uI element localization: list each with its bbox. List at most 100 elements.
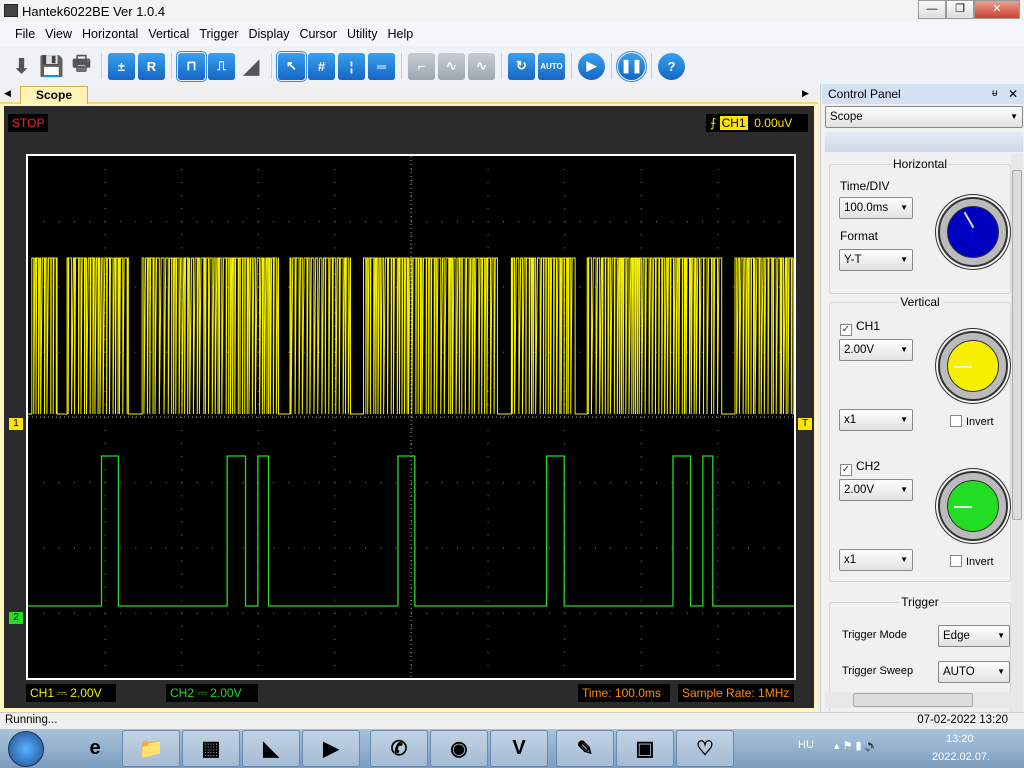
clock-time[interactable]: 13:20 xyxy=(946,733,974,745)
grid-dot xyxy=(150,612,152,614)
grid-dot xyxy=(73,482,75,484)
control-panel-header: Control Panel ᵾ ✕ xyxy=(822,84,1024,104)
ch2-invert-checkbox[interactable]: Invert xyxy=(950,555,994,568)
grid-dot xyxy=(319,221,321,223)
tray-icons[interactable]: ▴ ⚑ ▮ 🔈 xyxy=(834,739,878,752)
grid-dot xyxy=(257,430,259,432)
run-icon[interactable]: ▶ xyxy=(578,52,605,80)
panel-scrollbar[interactable] xyxy=(1011,154,1023,712)
open-icon[interactable]: ⬇ xyxy=(8,53,35,80)
ch1-volts-select[interactable]: 2.00V xyxy=(839,339,913,361)
grid-dot xyxy=(211,612,213,614)
vertical-title: Vertical xyxy=(898,295,942,309)
close-button[interactable]: ✕ xyxy=(974,0,1020,19)
taskbar-app-3[interactable]: ◣ xyxy=(242,730,300,767)
ch1-knob[interactable] xyxy=(938,331,1008,401)
taskbar-app-5[interactable]: ✆ xyxy=(370,730,428,767)
grid-dot xyxy=(717,638,719,640)
time-div-select[interactable]: 100.0ms xyxy=(839,197,913,219)
taskbar-app-0[interactable]: e xyxy=(66,730,124,767)
menu-utility[interactable]: Utility xyxy=(347,27,378,41)
panel-hscrollbar[interactable] xyxy=(825,692,1011,708)
menu-view[interactable]: View xyxy=(45,27,72,41)
pulse-icon[interactable]: ⊓ xyxy=(176,50,207,82)
taskbar-app-4[interactable]: ▶ xyxy=(302,730,360,767)
trigger-sweep-select[interactable]: AUTO xyxy=(938,661,1010,683)
grid-dot xyxy=(104,586,106,588)
vertical-cursor-icon[interactable]: ¦ xyxy=(338,52,365,80)
menu-horizontal[interactable]: Horizontal xyxy=(82,27,138,41)
menu-vertical[interactable]: Vertical xyxy=(148,27,189,41)
minimize-button[interactable]: — xyxy=(918,0,946,19)
ch2-knob[interactable] xyxy=(938,471,1008,541)
panel-close-icon[interactable]: ✕ xyxy=(1008,84,1018,104)
format-select[interactable]: Y-T xyxy=(839,249,913,271)
panel-mode-select[interactable]: Scope xyxy=(825,106,1023,128)
step-icon[interactable]: ⌐ xyxy=(408,52,435,80)
taskbar-app-1[interactable]: 📁 xyxy=(122,730,180,767)
menu-cursor[interactable]: Cursor xyxy=(299,27,337,41)
pulse-trigger-icon[interactable]: ⎍ xyxy=(208,52,235,80)
refresh-icon[interactable]: ↻ xyxy=(508,52,535,80)
menu-display[interactable]: Display xyxy=(248,27,289,41)
grid-dot xyxy=(104,495,106,497)
ch1-enable-checkbox[interactable]: ✓ CH1 xyxy=(840,319,880,336)
auto-icon[interactable]: AUTO xyxy=(538,52,565,80)
ch1-invert-checkbox[interactable]: Invert xyxy=(950,415,994,428)
grid-dot xyxy=(380,221,382,223)
grid-dot xyxy=(686,612,688,614)
ch2-ground-marker[interactable]: 2 xyxy=(9,612,23,624)
tab-scroll-right-icon[interactable]: ▶ xyxy=(802,88,809,99)
save-icon[interactable]: 💾 xyxy=(38,53,65,80)
taskbar-app-9[interactable]: ▣ xyxy=(616,730,674,767)
reference-icon[interactable]: R xyxy=(138,52,165,80)
menu-help[interactable]: Help xyxy=(388,27,414,41)
grid-dot xyxy=(104,312,106,314)
grid-dot xyxy=(104,469,106,471)
pin-icon[interactable]: ᵾ xyxy=(992,84,997,104)
ch2-volts-select[interactable]: 2.00V xyxy=(839,479,913,501)
ch2-enable-checkbox[interactable]: ✓ CH2 xyxy=(840,459,880,476)
trigger-mode-select[interactable]: Edge xyxy=(938,625,1010,647)
language-indicator[interactable]: HU xyxy=(798,739,814,751)
sine-wave-icon[interactable]: ∿ xyxy=(468,52,495,80)
help-icon[interactable]: ? xyxy=(658,52,685,80)
grid-dot xyxy=(104,351,106,353)
grid-dot xyxy=(502,612,504,614)
triangle-wave-icon[interactable]: ∿ xyxy=(438,52,465,80)
ch1-probe-select[interactable]: x1 xyxy=(839,409,913,431)
grid-dot xyxy=(717,169,719,171)
grid-dot xyxy=(487,377,489,379)
grid-dot xyxy=(395,482,397,484)
trigger-level-marker[interactable]: T xyxy=(798,418,812,430)
tab-scope[interactable]: Scope xyxy=(20,86,88,104)
print-icon[interactable]: 🖶 xyxy=(68,53,95,80)
cursor-select-icon[interactable]: ↖ xyxy=(276,50,307,82)
grid-dot xyxy=(717,612,719,614)
taskbar-app-10[interactable]: ♡ xyxy=(676,730,734,767)
menu-file[interactable]: File xyxy=(15,27,35,41)
grid-dot xyxy=(349,612,351,614)
horizontal-cursor-icon[interactable]: ═ xyxy=(368,52,395,80)
restore-button[interactable]: ❐ xyxy=(946,0,974,19)
taskbar-app-8[interactable]: ✎ xyxy=(556,730,614,767)
cross-cursor-icon[interactable]: # xyxy=(308,52,335,80)
grid-dot xyxy=(181,521,183,523)
menu-trigger[interactable]: Trigger xyxy=(199,27,238,41)
taskbar-app-7[interactable]: V xyxy=(490,730,548,767)
waveform-display[interactable] xyxy=(26,154,796,680)
ch1-ground-marker[interactable]: 1 xyxy=(9,418,23,430)
pause-icon[interactable]: ❚❚ xyxy=(616,50,647,82)
clock-date[interactable]: 2022.02.07. xyxy=(932,751,990,763)
taskbar-app-2[interactable]: ▦ xyxy=(182,730,240,767)
math-icon[interactable]: ± xyxy=(108,52,135,80)
tab-scroll-left-icon[interactable]: ◀ xyxy=(4,88,11,99)
time-knob[interactable] xyxy=(938,197,1008,267)
grid-dot xyxy=(640,560,642,562)
ch2-probe-select[interactable]: x1 xyxy=(839,549,913,571)
grid-dot xyxy=(135,482,137,484)
ramp-icon[interactable]: ◢ xyxy=(238,53,265,80)
start-button[interactable] xyxy=(8,731,44,767)
grid-dot xyxy=(181,625,183,627)
taskbar-app-6[interactable]: ◉ xyxy=(430,730,488,767)
